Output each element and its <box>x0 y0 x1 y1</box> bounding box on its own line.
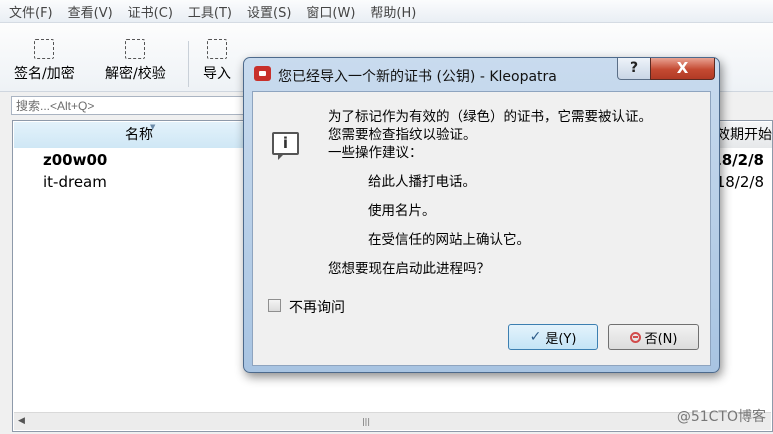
import-dialog: 您已经导入一个新的证书 (公钥) - Kleopatra ? X i 为了标记作… <box>243 57 720 373</box>
suggestion-item: 给此人播打电话。 <box>368 174 476 190</box>
sign-encrypt-icon <box>34 39 55 59</box>
menu-settings[interactable]: 设置(S) <box>247 2 291 21</box>
column-header-name-label: 名称 <box>125 127 153 143</box>
suggestion-item: 使用名片。 <box>368 203 436 219</box>
suggestion-item: 在受信任的网站上确认它。 <box>368 232 530 248</box>
horizontal-scrollbar[interactable]: ◀ ||| <box>14 412 771 430</box>
import-button[interactable]: 导入 <box>203 39 231 83</box>
no-button-label: 否(N) <box>644 331 678 347</box>
column-header-valid-from-label: 效期开始 <box>716 127 772 143</box>
menu-view[interactable]: 查看(V) <box>68 2 113 21</box>
list-item[interactable]: it-dream <box>43 173 107 191</box>
sign-encrypt-button[interactable]: 签名/加密 <box>14 39 75 83</box>
question-text: 您想要现在启动此进程吗？ <box>328 261 490 277</box>
scroll-left-icon[interactable]: ◀ <box>14 414 29 429</box>
column-header-valid-from[interactable]: 效期开始 <box>712 122 772 148</box>
info-icon: i <box>272 132 299 160</box>
message-line: 您需要检查指纹以验证。 <box>328 127 477 143</box>
no-entry-icon <box>629 331 641 343</box>
dialog-title: 您已经导入一个新的证书 (公钥) - Kleopatra <box>278 69 557 85</box>
decrypt-verify-label: 解密/校验 <box>105 66 166 82</box>
watermark: @51CTO博客 <box>676 409 766 425</box>
menubar: 文件(F) 查看(V) 证书(C) 工具(T) 设置(S) 窗口(W) 帮助(H… <box>0 0 773 23</box>
decrypt-verify-button[interactable]: 解密/校验 <box>105 39 166 83</box>
dont-ask-label[interactable]: 不再询问 <box>289 297 345 317</box>
no-button[interactable]: 否(N) <box>608 324 699 350</box>
dont-ask-checkbox[interactable] <box>268 299 281 312</box>
menu-file[interactable]: 文件(F) <box>9 2 53 21</box>
import-label: 导入 <box>203 66 231 82</box>
dialog-body: i 为了标记作为有效的（绿色）的证书，它需要被认证。 您需要检查指纹以验证。 一… <box>252 91 711 366</box>
menu-help[interactable]: 帮助(H) <box>370 2 416 21</box>
import-icon <box>207 39 227 59</box>
column-header-name[interactable]: ▼ 名称 <box>14 122 265 148</box>
menu-window[interactable]: 窗口(W) <box>306 2 355 21</box>
sort-indicator-icon: ▼ <box>150 123 156 131</box>
yes-button[interactable]: ✓ 是(Y) <box>508 324 598 350</box>
close-button[interactable]: X <box>650 58 715 80</box>
help-button[interactable]: ? <box>617 58 651 80</box>
menu-tools[interactable]: 工具(T) <box>188 2 232 21</box>
decrypt-verify-icon <box>125 39 146 59</box>
list-item[interactable]: z00w00 <box>43 151 107 169</box>
message-line: 为了标记作为有效的（绿色）的证书，它需要被认证。 <box>328 109 652 125</box>
list-item-date: 18/2/8 <box>715 173 764 191</box>
toolbar-separator <box>188 41 189 87</box>
sign-encrypt-label: 签名/加密 <box>14 66 75 82</box>
scroll-thumb[interactable]: ||| <box>352 416 380 427</box>
checkmark-icon: ✓ <box>529 329 542 345</box>
message-line: 一些操作建议： <box>328 145 423 161</box>
kleopatra-app-icon <box>254 66 271 81</box>
search-input[interactable] <box>11 96 247 115</box>
menu-certificates[interactable]: 证书(C) <box>128 2 173 21</box>
yes-button-label: 是(Y) <box>545 331 577 347</box>
